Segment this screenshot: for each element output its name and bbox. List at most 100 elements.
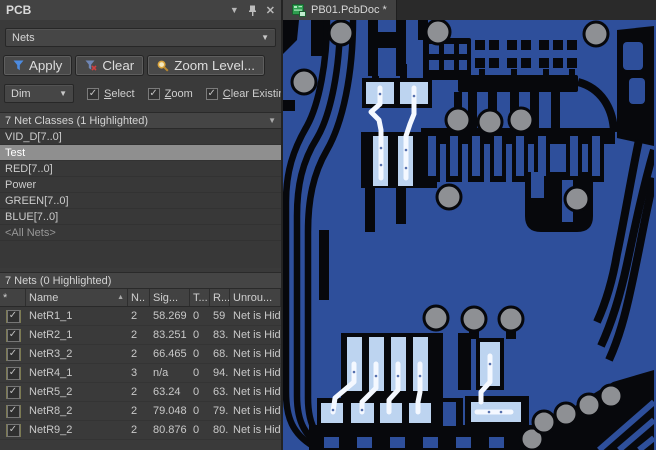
document-tab[interactable]: PB01.PcbDoc * [283, 0, 397, 20]
table-row[interactable]: ✓ NetR4_1 3 n/a 0 94. Net is Hid [0, 364, 281, 383]
panel-menu-chevron-icon[interactable]: ▼ [230, 5, 239, 15]
net-t-cell: 0 [193, 405, 200, 417]
table-row[interactable]: ✓ NetR5_2 2 63.24 0 63. Net is Hid [0, 383, 281, 402]
clear-existing-checkbox-label: Clear Existing [222, 87, 281, 100]
zoom-checkbox[interactable]: ✓ [147, 87, 160, 100]
display-options-row: Dim ▼ ✓ Select ✓ Zoom ✓ Clear Existing [4, 84, 281, 103]
net-visible-checkbox[interactable]: ✓ [6, 347, 20, 361]
net-routed-cell: 83. [213, 329, 229, 341]
panel-mode-value: Nets [12, 31, 35, 44]
dim-select[interactable]: Dim ▼ [4, 84, 74, 103]
zoom-level-button[interactable]: Zoom Level... [148, 56, 264, 75]
net-class-item[interactable]: RED[7..0] [0, 161, 281, 177]
nets-list-header-label: 7 Nets (0 Highlighted) [5, 274, 112, 287]
net-t-cell: 0 [193, 329, 200, 341]
net-routed-cell: 68. [213, 348, 229, 360]
column-header-nodes[interactable]: N.. [128, 289, 150, 306]
net-visible-checkbox[interactable]: ✓ [6, 366, 20, 380]
net-class-item[interactable]: GREEN[7..0] [0, 193, 281, 209]
net-class-label: Power [5, 178, 37, 191]
pcb-canvas[interactable] [283, 20, 656, 450]
net-name-cell: NetR2_1 [29, 329, 73, 341]
table-row[interactable]: ✓ NetR3_2 2 66.465 0 68. Net is Hid [0, 345, 281, 364]
net-class-list: VID_D[7..0] Test RED[7..0] Power GREEN[7… [0, 129, 281, 268]
net-classes-header-label: 7 Net Classes (1 Highlighted) [5, 114, 149, 127]
net-name-cell: NetR5_2 [29, 386, 73, 398]
clear-button[interactable]: Clear [76, 56, 144, 75]
column-header-unrouted[interactable]: Unrou... [230, 289, 281, 306]
close-icon[interactable]: ✕ [266, 4, 275, 17]
action-buttons: Apply Clear Zoom Level... [4, 56, 277, 75]
panel-mode-select[interactable]: Nets ▼ [5, 28, 276, 47]
net-unrouted-cell: Net is Hid [233, 386, 281, 398]
pin-icon[interactable] [248, 5, 257, 16]
net-signal-cell: 58.269 [153, 310, 187, 322]
funnel-icon [13, 60, 24, 71]
zoom-checkbox-group[interactable]: ✓ Zoom [147, 87, 193, 100]
net-unrouted-cell: Net is Hid [233, 310, 281, 322]
net-class-label: BLUE[7..0] [5, 210, 59, 223]
clear-existing-checkbox-group[interactable]: ✓ Clear Existing [205, 87, 281, 100]
net-nodes-cell: 2 [131, 405, 138, 417]
net-t-cell: 0 [193, 367, 200, 379]
net-routed-cell: 59 [213, 310, 226, 322]
select-checkbox[interactable]: ✓ [87, 87, 99, 100]
net-nodes-cell: 2 [131, 386, 138, 398]
net-signal-cell: 63.24 [153, 386, 181, 398]
net-nodes-cell: 2 [131, 348, 138, 360]
net-visible-checkbox[interactable]: ✓ [6, 385, 20, 399]
nets-table-body: ✓ NetR1_1 2 58.269 0 59 Net is Hid ✓ Net… [0, 307, 281, 450]
table-row[interactable]: ✓ NetR9_2 2 80.876 0 80. Net is Hid [0, 421, 281, 440]
net-class-item[interactable]: VID_D[7..0] [0, 129, 281, 145]
net-signal-cell: 66.465 [153, 348, 187, 360]
net-routed-cell: 79. [213, 405, 229, 417]
net-class-label: RED[7..0] [5, 162, 53, 175]
table-row[interactable]: ✓ NetR2_1 2 83.251 0 83. Net is Hid [0, 326, 281, 345]
net-class-item[interactable]: BLUE[7..0] [0, 209, 281, 225]
net-unrouted-cell: Net is Hid [233, 424, 281, 436]
column-header-name[interactable]: Name ▲ [26, 289, 128, 306]
apply-button[interactable]: Apply [4, 56, 72, 75]
column-header-signal[interactable]: Sig... [150, 289, 190, 306]
net-visible-checkbox[interactable]: ✓ [6, 309, 20, 323]
net-t-cell: 0 [193, 310, 200, 322]
net-visible-checkbox[interactable]: ✓ [6, 423, 20, 437]
column-header-check[interactable]: * [0, 289, 26, 306]
altium-workspace: PCB ▼ ✕ Nets ▼ Apply Clear Zoom Level...… [0, 0, 656, 450]
net-signal-cell: 80.876 [153, 424, 187, 436]
nets-table-header: * Name ▲ N.. Sig... T... R... Unrou... [0, 289, 281, 307]
funnel-clear-icon [85, 60, 97, 71]
clear-label: Clear [102, 58, 135, 73]
select-checkbox-group[interactable]: ✓ Select [87, 87, 135, 100]
net-classes-header[interactable]: 7 Net Classes (1 Highlighted) ▼ [0, 112, 281, 129]
nets-list-header[interactable]: 7 Nets (0 Highlighted) [0, 272, 281, 289]
table-row[interactable]: ✓ NetR1_1 2 58.269 0 59 Net is Hid [0, 307, 281, 326]
clear-existing-checkbox[interactable]: ✓ [205, 87, 218, 100]
net-class-label: Test [5, 146, 26, 159]
net-nodes-cell: 3 [131, 367, 138, 379]
sort-ascending-icon: ▲ [117, 294, 124, 301]
net-routed-cell: 80. [213, 424, 229, 436]
net-nodes-cell: 2 [131, 310, 138, 322]
select-checkbox-label: Select [104, 87, 135, 100]
net-name-cell: NetR3_2 [29, 348, 73, 360]
zoom-level-label: Zoom Level... [174, 58, 255, 73]
net-t-cell: 0 [193, 424, 200, 436]
editor-area: PB01.PcbDoc * [283, 0, 656, 450]
net-name-cell: NetR1_1 [29, 310, 73, 322]
net-visible-checkbox[interactable]: ✓ [6, 404, 20, 418]
net-visible-checkbox[interactable]: ✓ [6, 328, 20, 342]
net-class-item[interactable]: Test [0, 145, 281, 161]
net-class-item[interactable]: <All Nets> [0, 225, 281, 241]
pcb-panel: PCB ▼ ✕ Nets ▼ Apply Clear Zoom Level...… [0, 0, 283, 450]
pcb-document-icon [292, 3, 306, 17]
chevron-down-icon: ▼ [268, 116, 276, 125]
net-class-item[interactable]: Power [0, 177, 281, 193]
net-unrouted-cell: Net is Hid [233, 367, 281, 379]
net-name-cell: NetR9_2 [29, 424, 73, 436]
table-row[interactable]: ✓ NetR8_2 2 79.048 0 79. Net is Hid [0, 402, 281, 421]
column-header-routed[interactable]: R... [210, 289, 230, 306]
net-unrouted-cell: Net is Hid [233, 348, 281, 360]
document-tab-label: PB01.PcbDoc * [311, 4, 387, 16]
column-header-t[interactable]: T... [190, 289, 210, 306]
